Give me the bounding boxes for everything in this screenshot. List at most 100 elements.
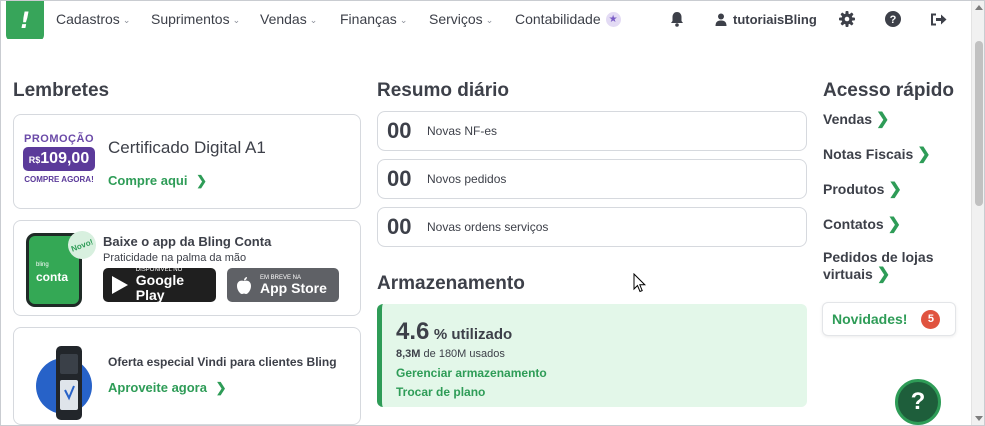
vindi-title: Oferta especial Vindi para clientes Blin…: [108, 355, 337, 369]
vindi-card: Oferta especial Vindi para clientes Blin…: [13, 327, 361, 425]
vindi-link[interactable]: Aproveite agora ❯: [108, 380, 227, 396]
star-icon: ★: [605, 11, 621, 27]
apple-icon: [233, 276, 255, 295]
top-navbar: ! Cadastros ⌄ Suprimentos ⌄ Vendas ⌄ Finanç…: [1, 1, 971, 41]
quick-link-label: Notas Fiscais: [823, 146, 914, 162]
bling-logo[interactable]: !: [6, 1, 44, 41]
chevron-down-icon: ⌄: [485, 14, 494, 25]
logo-glyph: !: [19, 8, 31, 34]
user-menu[interactable]: tutoriaisBling: [715, 1, 817, 37]
phone-text: conta: [36, 270, 69, 284]
menu-label: Serviços: [429, 11, 483, 27]
menu-financas[interactable]: Finanças ⌄: [340, 1, 407, 37]
chevron-right-icon: ❯: [887, 216, 902, 233]
promo-title: Certificado Digital A1: [108, 138, 266, 157]
promo-badge: PROMOÇÃO R$109,00 COMPRE AGORA!: [23, 133, 95, 184]
app-window: ! Cadastros ⌄ Suprimentos ⌄ Vendas ⌄ Finanç…: [0, 0, 985, 426]
user-icon: [715, 13, 727, 26]
buy-here-link[interactable]: Compre aqui ❯: [108, 173, 207, 189]
bell-icon[interactable]: [667, 9, 687, 29]
quick-link-produtos[interactable]: Produtos ❯: [823, 179, 902, 199]
change-plan-link[interactable]: Trocar de plano: [396, 385, 485, 399]
phone-brand: bling: [36, 262, 49, 268]
summary-label: Novas ordens serviços: [427, 220, 549, 234]
gear-icon[interactable]: [837, 9, 857, 29]
chevron-down-icon: ⌄: [122, 14, 131, 25]
summary-label: Novos pedidos: [427, 172, 507, 186]
app-store-button[interactable]: EM BREVE NA App Store: [227, 268, 339, 302]
storage-usage: 4.6 % utilizado: [396, 318, 512, 346]
chevron-right-icon: ❯: [215, 380, 227, 395]
quick-link-contatos[interactable]: Contatos ❯: [823, 214, 901, 234]
scroll-down-icon[interactable]: [975, 416, 983, 421]
news-label: Novidades!: [832, 311, 908, 327]
quick-access-title: Acesso rápido: [823, 80, 954, 101]
summary-row-nfes[interactable]: 00 Novas NF-es: [377, 111, 807, 151]
summary-label: Novas NF-es: [427, 124, 498, 138]
chevron-right-icon: ❯: [196, 173, 207, 188]
app-title: Baixe o app da Bling Conta: [103, 234, 272, 249]
storage-total: de 180M usados: [423, 348, 505, 360]
apple-big-text: App Store: [260, 279, 327, 296]
promo-buy: COMPRE AGORA!: [24, 175, 94, 184]
logout-icon[interactable]: [927, 9, 949, 29]
quick-link-label: Contatos: [823, 216, 884, 232]
menu-label: Contabilidade: [515, 11, 601, 27]
menu-label: Vendas: [260, 11, 307, 27]
promo-card[interactable]: PROMOÇÃO R$109,00 COMPRE AGORA! Certific…: [13, 114, 361, 209]
menu-contabilidade[interactable]: Contabilidade ★: [515, 1, 621, 37]
help-circle-icon[interactable]: ?: [883, 9, 903, 29]
quick-link-label: Produtos: [823, 181, 885, 197]
menu-vendas[interactable]: Vendas ⌄: [260, 1, 317, 37]
chevron-right-icon: ❯: [876, 266, 891, 283]
question-icon: ?: [910, 388, 926, 415]
summary-count: 00: [387, 166, 412, 191]
daily-summary-title: Resumo diário: [377, 80, 509, 101]
promo-currency: R$: [28, 155, 41, 165]
menu-label: Cadastros: [56, 11, 120, 27]
menu-label: Suprimentos: [151, 11, 230, 27]
help-button[interactable]: ?: [895, 379, 941, 425]
google-play-button[interactable]: DISPONÍVEL NO Google Play: [103, 267, 216, 303]
storage-unit: % utilizado: [433, 326, 513, 343]
chevron-right-icon: ❯: [917, 146, 931, 163]
quick-link-notas-fiscais[interactable]: Notas Fiscais ❯: [823, 144, 931, 164]
menu-suprimentos[interactable]: Suprimentos ⌄: [151, 1, 240, 37]
mouse-cursor-icon: [633, 273, 646, 293]
storage-used: 8,3M: [396, 348, 421, 360]
storage-card: 4.6 % utilizado 8,3M de 180M usados Gere…: [377, 304, 807, 407]
vindi-link-label: Aproveite agora: [108, 380, 207, 395]
play-store-icon: [109, 275, 131, 295]
summary-count: 00: [387, 214, 412, 239]
storage-title: Armazenamento: [377, 273, 525, 294]
storage-detail: 8,3M de 180M usados: [396, 348, 505, 360]
chevron-right-icon: ❯: [888, 181, 902, 198]
menu-cadastros[interactable]: Cadastros ⌄: [56, 1, 130, 37]
chevron-down-icon: ⌄: [309, 14, 318, 25]
summary-row-orders[interactable]: 00 Novos pedidos: [377, 159, 807, 199]
app-subtitle: Praticidade na palma da mão: [103, 252, 247, 264]
reminders-title: Lembretes: [13, 80, 110, 101]
vertical-scrollbar[interactable]: [971, 1, 984, 425]
menu-servicos[interactable]: Serviços ⌄: [429, 1, 493, 37]
scroll-up-icon[interactable]: [975, 5, 983, 10]
manage-storage-link[interactable]: Gerenciar armazenamento: [396, 366, 547, 380]
card-machine-illustration: [32, 342, 100, 422]
news-count-badge: 5: [921, 309, 941, 329]
promo-price-value: 109,00: [40, 150, 90, 167]
quick-link-label: Vendas: [823, 111, 873, 127]
quick-link-vendas[interactable]: Vendas ❯: [823, 109, 889, 129]
chevron-down-icon: ⌄: [232, 14, 241, 25]
storage-percent: 4.6: [396, 318, 430, 345]
app-card: bling conta Novo! Baixe o app da Bling C…: [13, 220, 361, 316]
summary-count: 00: [387, 118, 412, 143]
summary-row-service-orders[interactable]: 00 Novas ordens serviços: [377, 207, 807, 247]
news-button[interactable]: Novidades! 5: [822, 302, 956, 336]
google-big-text: Google Play: [135, 272, 185, 303]
quick-link-pedidos-lojas[interactable]: Pedidos de lojas virtuais ❯: [823, 249, 953, 283]
promo-word: PROMOÇÃO: [24, 133, 94, 145]
promo-price: R$109,00: [23, 147, 95, 171]
scrollbar-thumb[interactable]: [975, 41, 983, 206]
dashboard-content: Lembretes PROMOÇÃO R$109,00 COMPRE AGORA…: [1, 39, 971, 425]
menu-label: Finanças: [340, 11, 397, 27]
